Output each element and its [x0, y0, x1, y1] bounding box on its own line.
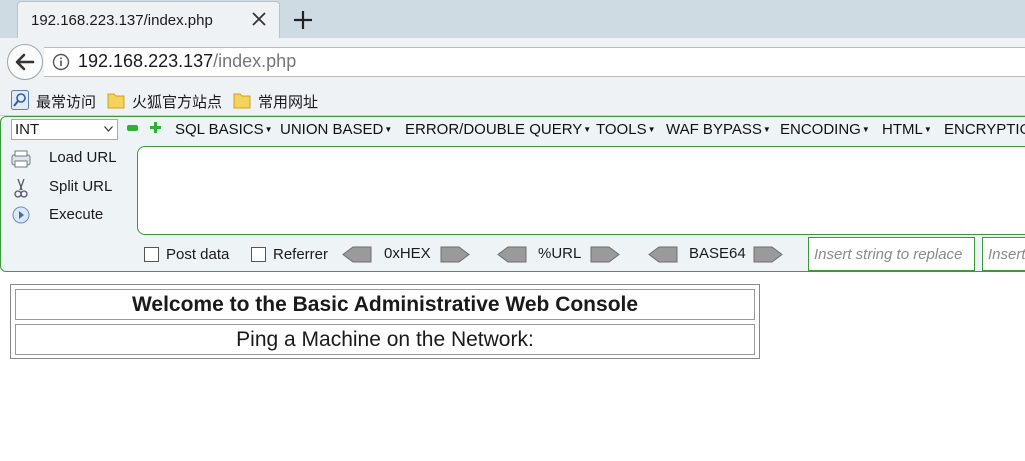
chevron-down-icon — [104, 126, 113, 132]
base64-decode-arrow-icon[interactable] — [648, 246, 678, 263]
navigation-bar: 192.168.223.137/index.php — [0, 38, 1025, 84]
menu-label: WAF BYPASS — [666, 121, 762, 138]
scissors-icon — [14, 178, 28, 198]
caret-icon: ▼ — [762, 125, 771, 134]
new-tab-icon[interactable] — [290, 7, 316, 33]
load-url-label: Load URL — [49, 149, 117, 166]
replace-placeholder: Insert string to replace — [814, 246, 963, 263]
menu-label: UNION BASED — [280, 121, 384, 138]
menu-label: SQL BASICS — [175, 121, 264, 138]
caret-icon: ▼ — [583, 125, 592, 134]
console-table: Welcome to the Basic Administrative Web … — [10, 284, 760, 359]
info-icon[interactable] — [52, 53, 70, 71]
most-visited-icon — [11, 90, 29, 110]
back-button[interactable] — [7, 44, 43, 80]
menu-waf-bypass[interactable]: WAF BYPASS▼ — [666, 121, 771, 138]
caret-icon: ▼ — [923, 125, 932, 134]
url-encode-label: %URL — [538, 245, 582, 262]
menu-encoding[interactable]: ENCODING▼ — [780, 121, 870, 138]
minus-icon[interactable] — [127, 125, 138, 131]
url-textarea[interactable] — [137, 146, 1025, 235]
execute-label: Execute — [49, 206, 104, 223]
folder-icon — [233, 93, 251, 109]
caret-icon: ▼ — [861, 125, 870, 134]
caret-icon: ▼ — [384, 125, 393, 134]
load-url-icon — [11, 150, 31, 168]
url-path: /index.php — [213, 51, 297, 71]
menu-html[interactable]: HTML▼ — [882, 121, 932, 138]
close-icon[interactable] — [249, 9, 269, 29]
url-decode-arrow-icon[interactable] — [497, 246, 527, 263]
referrer-checkbox[interactable] — [251, 247, 266, 262]
replace-with-placeholder: Insert — [988, 246, 1025, 263]
page-title: Welcome to the Basic Administrative Web … — [15, 289, 755, 320]
caret-icon: ▼ — [647, 125, 656, 134]
url-encode-arrow-icon[interactable] — [590, 246, 620, 263]
menu-sql-basics[interactable]: SQL BASICS▼ — [175, 121, 273, 138]
hex-label: 0xHEX — [384, 245, 431, 262]
page-subtitle: Ping a Machine on the Network: — [15, 324, 755, 355]
menu-encryption[interactable]: ENCRYPTIO — [944, 121, 1025, 138]
menu-label: ENCODING — [780, 121, 861, 138]
bookmark-label: 最常访问 — [36, 94, 97, 111]
hex-encode-arrow-icon[interactable] — [440, 246, 470, 263]
url-bar[interactable]: 192.168.223.137/index.php — [44, 47, 1025, 77]
bookmarks-toolbar: 最常访问 火狐官方站点 常用网址 — [0, 84, 1025, 116]
hex-decode-arrow-icon[interactable] — [342, 246, 372, 263]
post-data-label: Post data — [166, 246, 230, 263]
base64-encode-arrow-icon[interactable] — [753, 246, 783, 263]
menu-label: ENCRYPTIO — [944, 121, 1025, 138]
menu-label: ERROR/DOUBLE QUERY — [405, 121, 583, 138]
referrer-label: Referrer — [273, 246, 329, 263]
post-data-checkbox[interactable] — [144, 247, 159, 262]
menu-union-based[interactable]: UNION BASED▼ — [280, 121, 392, 138]
menu-error-double-query[interactable]: ERROR/DOUBLE QUERY▼ — [405, 121, 591, 138]
bookmark-label: 常用网址 — [258, 94, 319, 111]
split-url-label: Split URL — [49, 178, 113, 195]
plus-icon[interactable] — [150, 122, 161, 133]
type-select[interactable]: INT — [11, 119, 118, 140]
menu-label: TOOLS — [596, 121, 647, 138]
execute-button[interactable]: Execute — [10, 204, 125, 228]
split-url-button[interactable]: Split URL — [10, 176, 125, 200]
base64-label: BASE64 — [689, 245, 746, 262]
type-select-value: INT — [15, 121, 40, 138]
menu-label: HTML — [882, 121, 923, 138]
folder-icon — [107, 93, 125, 109]
caret-icon: ▼ — [264, 125, 273, 134]
back-arrow-icon — [15, 53, 35, 71]
browser-tab[interactable]: 192.168.223.137/index.php — [17, 1, 280, 38]
replace-string-input[interactable]: Insert string to replace — [808, 237, 975, 271]
bookmark-label: 火狐官方站点 — [132, 94, 223, 111]
menu-tools[interactable]: TOOLS▼ — [596, 121, 656, 138]
tab-strip: 192.168.223.137/index.php — [0, 0, 1025, 38]
replace-with-input[interactable]: Insert — [982, 237, 1025, 271]
load-url-button[interactable]: Load URL — [10, 147, 125, 171]
tab-title: 192.168.223.137/index.php — [31, 12, 213, 29]
url-text[interactable]: 192.168.223.137/index.php — [78, 51, 296, 72]
url-host: 192.168.223.137 — [78, 51, 214, 71]
play-icon — [12, 206, 30, 224]
